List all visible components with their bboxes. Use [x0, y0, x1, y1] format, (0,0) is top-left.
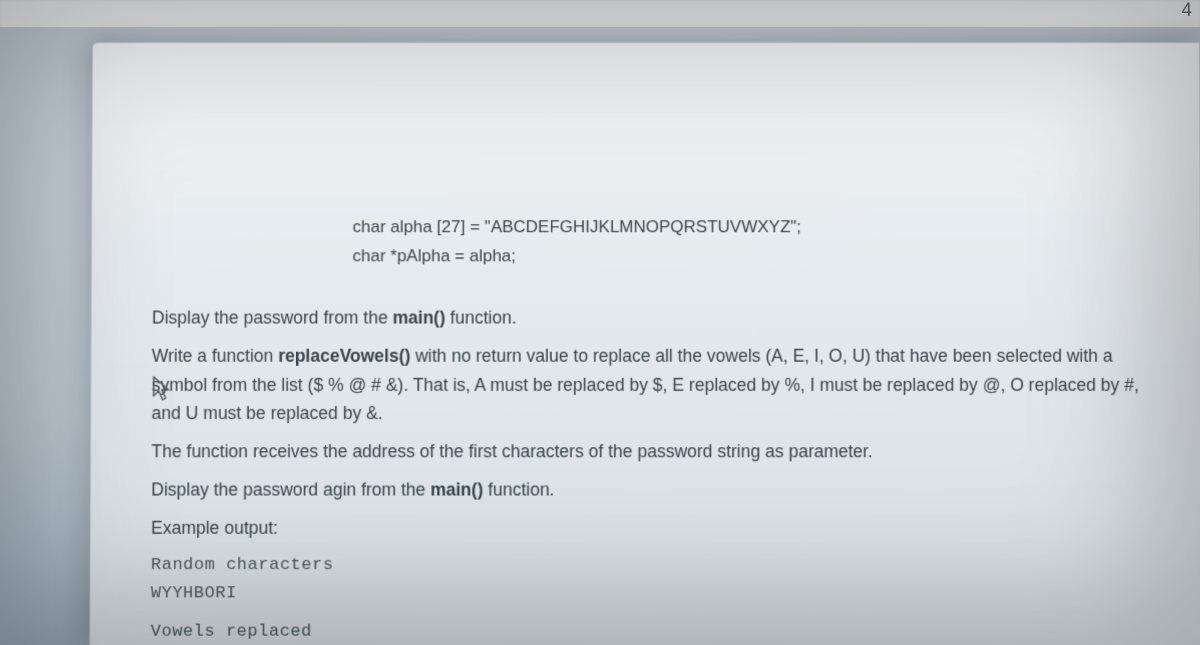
paragraph-replace-vowels: Write a function replaceVowels() with no… — [151, 341, 1140, 428]
example-output-block-1: Random characters WYYHBORI — [151, 552, 1141, 609]
example-output-block-2: Vowels replaced WYYHB#R@ — [150, 619, 1141, 645]
code-block: char alpha [27] = "ABCDEFGHIJKLMNOPQRSTU… — [352, 213, 1139, 271]
paragraph-display-password: Display the password from the main() fun… — [152, 303, 1140, 332]
code-line-2: char *pAlpha = alpha; — [352, 242, 1139, 271]
text-run: Write a function — [152, 345, 279, 365]
text-run: function. — [445, 307, 516, 327]
text-run: function. — [483, 480, 554, 500]
page-number: 4 — [1181, 0, 1192, 22]
output-heading-vowels: Vowels replaced — [151, 619, 1142, 645]
main-fn-ref-2: main() — [430, 480, 483, 500]
document-page: char alpha [27] = "ABCDEFGHIJKLMNOPQRSTU… — [89, 42, 1200, 645]
replacevowels-fn-ref: replaceVowels() — [278, 345, 410, 365]
top-strip — [0, 0, 1200, 28]
output-heading-random: Random characters — [151, 552, 1141, 580]
code-line-1: char alpha [27] = "ABCDEFGHIJKLMNOPQRSTU… — [353, 213, 1140, 242]
paragraph-function-param: The function receives the address of the… — [151, 437, 1140, 466]
text-run: Display the password agin from the — [151, 480, 430, 500]
text-run: Display the password from the — [152, 307, 393, 327]
body-text: Display the password from the main() fun… — [150, 303, 1141, 645]
paragraph-display-again: Display the password agin from the main(… — [151, 476, 1141, 505]
output-value-random: WYYHBORI — [151, 580, 1141, 608]
paragraph-example-output: Example output: — [151, 514, 1141, 543]
main-fn-ref: main() — [393, 307, 446, 327]
viewport: 4 char alpha [27] = "ABCDEFGHIJKLMNOPQRS… — [0, 0, 1200, 645]
